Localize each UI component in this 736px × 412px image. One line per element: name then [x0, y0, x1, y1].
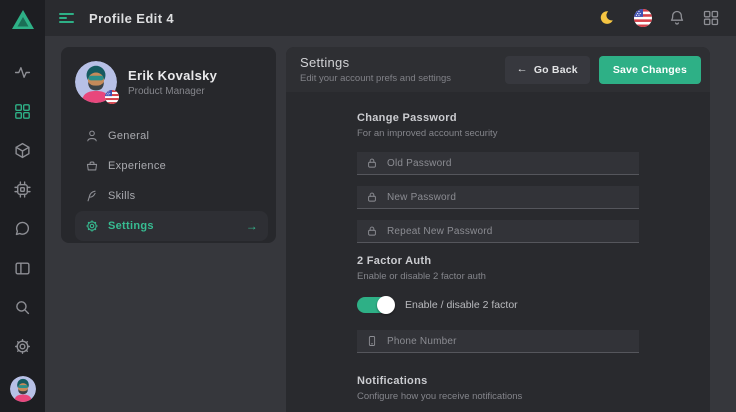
- two-factor-toggle-row: Enable / disable 2 factor: [357, 297, 639, 313]
- feather-pen-icon: [85, 189, 99, 203]
- phone-number-input[interactable]: [387, 336, 630, 347]
- page-title: Profile Edit 4: [89, 11, 174, 26]
- change-password-title: Change Password: [357, 112, 639, 124]
- old-password-field[interactable]: [357, 152, 639, 175]
- smartphone-icon: [366, 335, 378, 347]
- lock-icon: [366, 225, 378, 237]
- search-icon[interactable]: [14, 299, 31, 316]
- app-root: Profile Edit 4: [0, 0, 736, 412]
- profile-identity: Erik Kovalsky Product Manager: [128, 68, 217, 97]
- gear-icon: [85, 219, 99, 233]
- profile-role: Product Manager: [128, 86, 217, 97]
- profile-nav: General Experience Skills Settings →: [75, 121, 268, 241]
- briefcase-icon: [85, 159, 99, 173]
- notifications-title: Notifications: [357, 375, 639, 387]
- menu-hamburger-icon[interactable]: [59, 11, 75, 25]
- settings-heading: Settings Edit your account prefs and set…: [300, 55, 451, 84]
- lock-icon: [366, 191, 378, 203]
- dark-mode-moon-icon[interactable]: [600, 9, 618, 27]
- apps-grid-icon[interactable]: [702, 9, 720, 27]
- repeat-password-input[interactable]: [387, 226, 630, 237]
- two-factor-subtitle: Enable or disable 2 factor auth: [357, 271, 639, 282]
- user-icon: [85, 129, 99, 143]
- repeat-password-field[interactable]: [357, 220, 639, 243]
- cpu-chip-icon[interactable]: [14, 181, 31, 198]
- rail-user-avatar[interactable]: [10, 376, 36, 402]
- save-changes-button[interactable]: Save Changes: [599, 56, 701, 84]
- nav-item-skills[interactable]: Skills: [75, 181, 268, 211]
- forward-arrow-icon: →: [246, 220, 258, 232]
- notifications-heading: Notifications Configure how you receive …: [357, 375, 639, 402]
- change-password-heading: Change Password For an improved account …: [357, 112, 639, 139]
- phone-number-field[interactable]: [357, 330, 639, 353]
- nav-item-settings[interactable]: Settings →: [75, 211, 268, 241]
- new-password-input[interactable]: [387, 192, 630, 203]
- go-back-button[interactable]: ← Go Back: [505, 56, 590, 84]
- toggle-knob: [377, 296, 395, 314]
- lock-icon: [366, 157, 378, 169]
- profile-head: Erik Kovalsky Product Manager: [75, 61, 268, 103]
- settings-panel: Settings Edit your account prefs and set…: [286, 47, 710, 412]
- change-password-subtitle: For an improved account security: [357, 128, 639, 139]
- activity-icon[interactable]: [14, 64, 31, 81]
- settings-gear-icon[interactable]: [14, 338, 31, 355]
- dashboard-grid-icon[interactable]: [14, 103, 31, 120]
- new-password-field[interactable]: [357, 186, 639, 209]
- profile-name: Erik Kovalsky: [128, 68, 217, 83]
- back-arrow-icon: ←: [517, 64, 528, 75]
- two-factor-toggle-label: Enable / disable 2 factor: [405, 299, 518, 311]
- notifications-bell-icon[interactable]: [668, 9, 686, 27]
- go-back-label: Go Back: [534, 64, 578, 76]
- app-logo-icon[interactable]: [10, 7, 36, 33]
- content-column: Profile Edit 4: [45, 0, 736, 412]
- language-flag-icon[interactable]: [634, 9, 652, 27]
- two-factor-title: 2 Factor Auth: [357, 255, 639, 267]
- nav-item-label: General: [108, 130, 149, 142]
- nav-item-label: Settings: [108, 220, 154, 232]
- settings-body: Change Password For an improved account …: [286, 92, 710, 412]
- profile-card: Erik Kovalsky Product Manager General Ex…: [61, 47, 276, 243]
- nav-item-experience[interactable]: Experience: [75, 151, 268, 181]
- topbar-actions: [600, 9, 720, 27]
- settings-panel-header: Settings Edit your account prefs and set…: [286, 47, 710, 92]
- nav-item-general[interactable]: General: [75, 121, 268, 151]
- avatar-country-flag-icon: [105, 90, 119, 104]
- settings-subtitle: Edit your account prefs and settings: [300, 73, 451, 84]
- chat-bubble-icon[interactable]: [14, 220, 31, 237]
- old-password-input[interactable]: [387, 158, 630, 169]
- save-changes-label: Save Changes: [613, 64, 687, 76]
- icon-rail: [0, 0, 45, 412]
- layout-panel-icon[interactable]: [14, 260, 31, 277]
- notifications-subtitle: Configure how you receive notifications: [357, 391, 639, 402]
- cube-3d-icon[interactable]: [14, 142, 31, 159]
- nav-item-label: Experience: [108, 160, 166, 172]
- workspace: Erik Kovalsky Product Manager General Ex…: [45, 36, 736, 412]
- nav-item-label: Skills: [108, 190, 135, 202]
- two-factor-toggle[interactable]: [357, 297, 394, 313]
- profile-avatar: [75, 61, 117, 103]
- topbar: Profile Edit 4: [45, 0, 736, 36]
- two-factor-heading: 2 Factor Auth Enable or disable 2 factor…: [357, 255, 639, 282]
- settings-title: Settings: [300, 55, 451, 70]
